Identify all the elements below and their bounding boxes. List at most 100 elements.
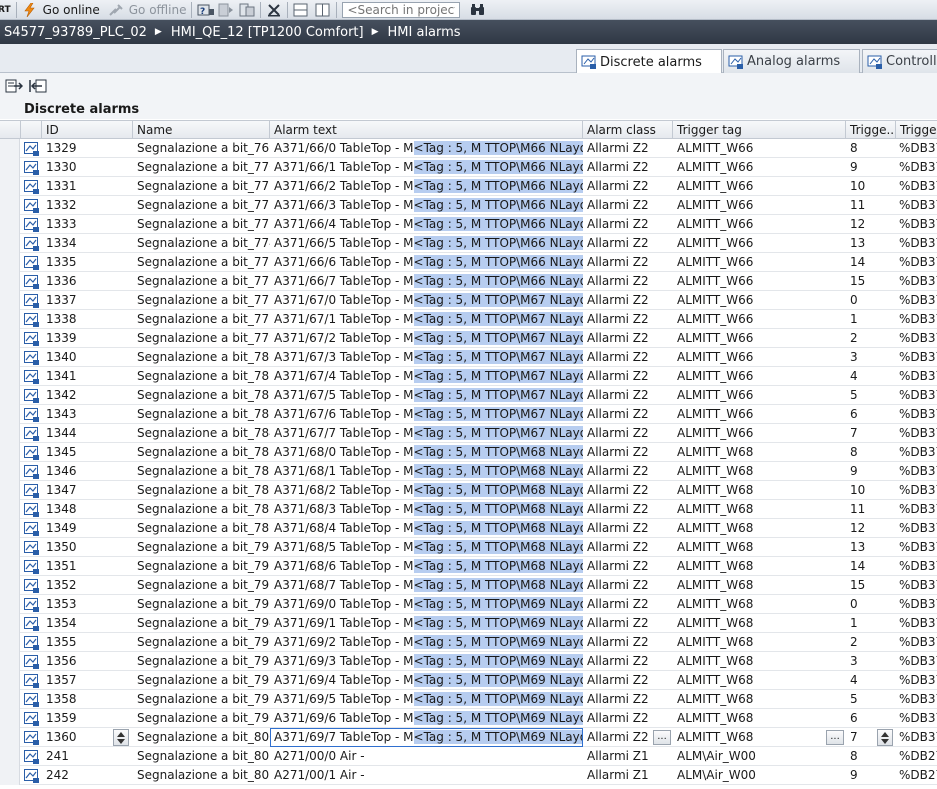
alarm-name-cell[interactable]: Segnalazione a bit_793 — [133, 595, 270, 614]
row-header[interactable] — [0, 310, 20, 329]
trigger-bit-cell[interactable]: 1 — [846, 614, 896, 633]
alarm-id-cell[interactable]: 1352 — [42, 576, 133, 595]
table-row[interactable]: 1335 Segnalazione a bit_775 A371/66/6 Tabl… — [0, 253, 937, 272]
alarm-text-cell[interactable]: A371/69/7 TableTop - M<Tag : 5, M TTOP\M… — [270, 728, 583, 747]
table-row[interactable]: 1343 Segnalazione a bit_783 A371/67/6 Tabl… — [0, 405, 937, 424]
trigger-bit-cell[interactable]: 13 — [846, 234, 896, 253]
alarm-name-cell[interactable]: Segnalazione a bit_787 — [133, 481, 270, 500]
trigger-tag-cell[interactable]: ALMITT_W66 — [673, 158, 846, 177]
trigger-bit-cell[interactable]: 2 — [846, 329, 896, 348]
alarm-name-cell[interactable]: Segnalazione a bit_798 — [133, 690, 270, 709]
alarm-text-tag-field[interactable]: <Tag : 5, M TTOP\M69 NLayout> — [413, 597, 583, 611]
trigger-bit-cell[interactable]: 2 — [846, 633, 896, 652]
accessible-devices-button[interactable]: ? — [197, 0, 215, 20]
trigger-bit-cell[interactable]: 7 — [846, 424, 896, 443]
alarm-text-cell[interactable]: A371/66/0 TableTop - M<Tag : 5, M TTOP\M… — [270, 139, 583, 158]
alarm-text-cell[interactable]: A371/67/3 TableTop - M<Tag : 5, M TTOP\M… — [270, 348, 583, 367]
alarm-text-tag-field[interactable]: <Tag : 5, M TTOP\M66 NLayout> — [413, 236, 583, 250]
trigger-tag-cell[interactable]: ALMITT_W68 — [673, 690, 846, 709]
trigger-bit-cell[interactable]: 12 — [846, 215, 896, 234]
column-header-trigger-address[interactable]: Trigger address — [896, 121, 937, 139]
trigger-bit-cell[interactable]: 5 — [846, 690, 896, 709]
alarm-class-cell[interactable]: Allarmi Z2 — [583, 291, 673, 310]
trigger-tag-cell[interactable]: ALMITT_W66 — [673, 329, 846, 348]
table-row[interactable]: 1330 Segnalazione a bit_770 A371/66/1 Tabl… — [0, 158, 937, 177]
alarm-text-cell[interactable]: A371/66/4 TableTop - M<Tag : 5, M TTOP\M… — [270, 215, 583, 234]
alarm-text-cell[interactable]: A371/69/1 TableTop - M<Tag : 5, M TTOP\M… — [270, 614, 583, 633]
trigger-tag-cell[interactable]: ALMITT_W68 — [673, 614, 846, 633]
row-header[interactable] — [0, 595, 20, 614]
import-icon[interactable] — [29, 78, 47, 94]
alarm-id-cell[interactable]: 1333 — [42, 215, 133, 234]
row-header[interactable] — [0, 158, 20, 177]
alarm-class-cell[interactable]: Allarmi Z2 — [583, 405, 673, 424]
trigger-bit-cell[interactable]: 3 — [846, 652, 896, 671]
alarm-text-cell[interactable]: A371/66/7 TableTop - M<Tag : 5, M TTOP\M… — [270, 272, 583, 291]
trigger-tag-cell[interactable]: ALMITT_W66 — [673, 196, 846, 215]
row-header[interactable] — [0, 652, 20, 671]
trigger-bit-cell[interactable]: 8 — [846, 443, 896, 462]
row-header[interactable] — [0, 329, 20, 348]
table-row[interactable]: 1346 Segnalazione a bit_786 A371/68/1 Tabl… — [0, 462, 937, 481]
alarm-text-tag-field[interactable]: <Tag : 5, M TTOP\M66 NLayout> — [413, 179, 583, 193]
table-row[interactable]: 1329 Segnalazione a bit_769 A371/66/0 Tabl… — [0, 139, 937, 158]
alarm-class-cell[interactable]: Allarmi Z2 — [583, 234, 673, 253]
trigger-bit-cell[interactable]: 10 — [846, 481, 896, 500]
row-header[interactable] — [0, 728, 20, 747]
table-row[interactable]: 1359 Segnalazione a bit_799 A371/69/6 Tabl… — [0, 709, 937, 728]
alarm-name-cell[interactable]: Segnalazione a bit_790 — [133, 538, 270, 557]
table-row[interactable]: 1354 Segnalazione a bit_794 A371/69/1 Tabl… — [0, 614, 937, 633]
trigger-tag-cell[interactable]: ALMITT_W68 — [673, 728, 846, 747]
alarm-text-tag-field[interactable]: <Tag : 5, M TTOP\M66 NLayout> — [413, 198, 583, 212]
trigger-tag-cell[interactable]: ALMITT_W68 — [673, 443, 846, 462]
alarm-id-cell[interactable]: 1336 — [42, 272, 133, 291]
alarm-id-cell[interactable]: 1329 — [42, 139, 133, 158]
alarm-class-cell[interactable]: Allarmi Z2 — [583, 709, 673, 728]
row-header[interactable] — [0, 766, 20, 785]
row-header[interactable] — [0, 614, 20, 633]
alarm-text-tag-field[interactable]: <Tag : 5, M TTOP\M67 NLayout> — [413, 388, 583, 402]
table-row[interactable]: 1331 Segnalazione a bit_771 A371/66/2 Tabl… — [0, 177, 937, 196]
alarm-name-cell[interactable]: Segnalazione a bit_770 — [133, 158, 270, 177]
trigger-bit-cell[interactable]: 10 — [846, 177, 896, 196]
alarm-text-tag-field[interactable]: <Tag : 5, M TTOP\M69 NLayout> — [413, 616, 583, 630]
alarm-id-cell[interactable]: 1341 — [42, 367, 133, 386]
alarm-id-cell[interactable]: 1354 — [42, 614, 133, 633]
alarm-id-cell[interactable]: 1349 — [42, 519, 133, 538]
trigger-address-cell[interactable]: %DB37 — [896, 690, 937, 709]
trigger-tag-cell[interactable]: ALMITT_W68 — [673, 652, 846, 671]
row-header[interactable] — [0, 519, 20, 538]
trigger-address-cell[interactable]: %DB27 — [896, 766, 937, 785]
table-row[interactable]: 1349 Segnalazione a bit_789 A371/68/4 Tabl… — [0, 519, 937, 538]
trigger-address-cell[interactable]: %DB37 — [896, 405, 937, 424]
trigger-address-cell[interactable]: %DB37 — [896, 367, 937, 386]
alarm-id-cell[interactable]: 1350 — [42, 538, 133, 557]
row-header[interactable] — [0, 462, 20, 481]
row-header[interactable] — [0, 747, 20, 766]
trigger-bit-cell[interactable]: 15 — [846, 576, 896, 595]
alarm-name-cell[interactable]: Segnalazione a bit_791 — [133, 557, 270, 576]
alarm-text-cell[interactable]: A371/69/2 TableTop - M<Tag : 5, M TTOP\M… — [270, 633, 583, 652]
table-row[interactable]: 1350 Segnalazione a bit_790 A371/68/5 Tabl… — [0, 538, 937, 557]
export-icon[interactable] — [5, 78, 24, 94]
row-header[interactable] — [0, 291, 20, 310]
trigger-bit-cell[interactable]: 6 — [846, 405, 896, 424]
trigger-tag-cell[interactable]: ALMITT_W66 — [673, 367, 846, 386]
alarm-name-cell[interactable]: Segnalazione a bit_795 — [133, 633, 270, 652]
alarm-text-cell[interactable]: A371/67/0 TableTop - M<Tag : 5, M TTOP\M… — [270, 291, 583, 310]
alarm-text-tag-field[interactable]: <Tag : 5, M TTOP\M68 NLayout> — [413, 502, 583, 516]
alarm-id-cell[interactable]: 1348 — [42, 500, 133, 519]
table-row[interactable]: 1344 Segnalazione a bit_784 A371/67/7 Tabl… — [0, 424, 937, 443]
tab-controller-alarms[interactable]: Controller alarms — [862, 49, 937, 73]
table-row[interactable]: 1340 Segnalazione a bit_780 A371/67/3 Tabl… — [0, 348, 937, 367]
trigger-bit-cell[interactable]: 9 — [846, 158, 896, 177]
alarm-class-cell[interactable]: Allarmi Z2 — [583, 690, 673, 709]
table-row[interactable]: 1336 Segnalazione a bit_776 A371/66/7 Tabl… — [0, 272, 937, 291]
trigger-address-cell[interactable]: %DB37 — [896, 329, 937, 348]
close-button[interactable] — [266, 0, 282, 20]
alarm-text-cell[interactable]: A371/66/5 TableTop - M<Tag : 5, M TTOP\M… — [270, 234, 583, 253]
alarm-name-cell[interactable]: Segnalazione a bit_777 — [133, 291, 270, 310]
alarm-name-cell[interactable]: Segnalazione a bit_773 — [133, 215, 270, 234]
trigger-address-cell[interactable]: %DB37 — [896, 215, 937, 234]
alarm-id-cell[interactable]: 1357 — [42, 671, 133, 690]
